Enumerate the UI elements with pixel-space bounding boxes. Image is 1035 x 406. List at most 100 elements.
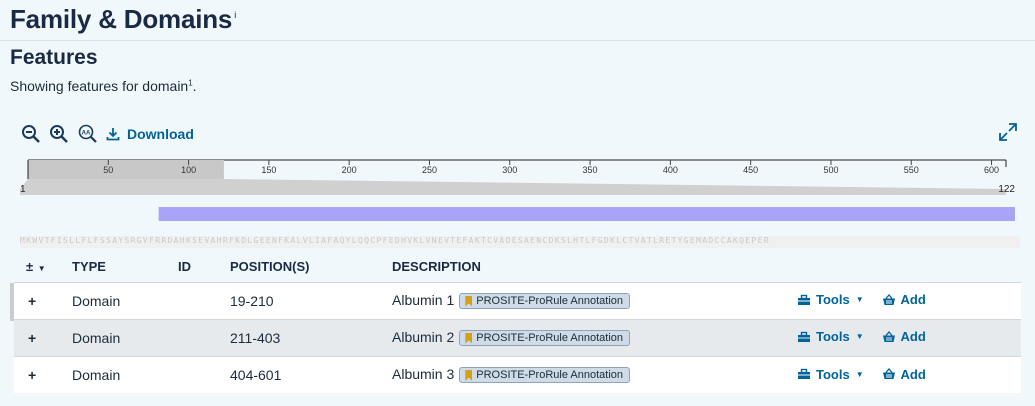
chevron-down-icon: ▼ — [855, 369, 864, 379]
fullscreen-button[interactable] — [998, 122, 1018, 142]
row-position: 19-210 — [230, 281, 392, 319]
sequence-letters-button[interactable]: AA — [78, 124, 98, 144]
features-description: Showing features for domain1. — [10, 78, 197, 94]
basket-icon — [882, 368, 895, 379]
chevron-down-icon: ▼ — [855, 295, 864, 305]
table-row[interactable]: + Domain 19-210 Albumin 1 PROSITE-ProRule… — [14, 281, 1021, 319]
features-table: ± ▼ TYPE ID POSITION(S) DESCRIPTION + Do… — [14, 252, 1021, 393]
section-title: Family & Domains i — [10, 4, 236, 35]
evidence-badge[interactable]: PROSITE-ProRule Annotation — [459, 367, 631, 384]
tools-label: Tools — [816, 292, 850, 308]
expand-toggle[interactable]: + — [14, 281, 72, 319]
chevron-down-icon: ▼ — [37, 264, 46, 274]
add-label: Add — [900, 366, 926, 382]
description-end: . — [192, 78, 197, 94]
zoom-end-label: 122 — [998, 184, 1015, 195]
bookmark-icon — [465, 369, 473, 381]
ruler-tick-label: 250 — [422, 165, 437, 175]
row-actions: Tools ▼ Add — [797, 355, 1021, 393]
ruler-tick-label: 500 — [823, 165, 838, 175]
row-id — [178, 281, 230, 319]
zoom-start-label: 1 — [20, 184, 26, 195]
zoom-trapezoid — [20, 179, 1006, 195]
description-text: Showing features for domain — [10, 78, 189, 94]
add-label: Add — [900, 292, 926, 308]
zoom-in-button[interactable] — [49, 124, 69, 144]
header-id[interactable]: ID — [178, 252, 230, 282]
row-description: Albumin 1 PROSITE-ProRule Annotation — [392, 281, 797, 319]
evidence-badge[interactable]: PROSITE-ProRule Annotation — [459, 330, 631, 347]
evidence-badge[interactable]: PROSITE-ProRule Annotation — [459, 293, 631, 310]
row-id — [178, 318, 230, 356]
add-button[interactable]: Add — [882, 367, 926, 382]
ruler-tick-label: 300 — [502, 165, 517, 175]
features-title: Features — [10, 46, 98, 69]
zoom-region — [20, 179, 1006, 195]
bookmark-icon — [465, 332, 473, 344]
expand-toggle[interactable]: + — [14, 318, 72, 356]
zoom-out-button[interactable] — [21, 124, 41, 144]
tools-button[interactable]: Tools ▼ — [797, 292, 864, 307]
chevron-down-icon: ▼ — [855, 332, 864, 342]
header-position[interactable]: POSITION(S) — [230, 252, 392, 282]
ruler-tick-label: 350 — [583, 165, 598, 175]
row-position: 211-403 — [230, 318, 392, 356]
tools-button[interactable]: Tools ▼ — [797, 367, 864, 382]
row-actions: Tools ▼ Add — [797, 318, 1021, 356]
title-divider — [0, 40, 1035, 41]
header-type[interactable]: TYPE — [72, 252, 178, 282]
sort-label: ± — [26, 259, 34, 275]
toolbox-icon — [798, 294, 810, 305]
row-type: Domain — [72, 355, 178, 393]
ruler-tick-label: 150 — [261, 165, 276, 175]
download-button[interactable]: Download — [106, 126, 194, 142]
tools-label: Tools — [816, 366, 850, 382]
row-description: Albumin 2 PROSITE-ProRule Annotation — [392, 318, 797, 356]
row-type: Domain — [72, 318, 178, 356]
download-icon — [106, 128, 120, 141]
navigation-ruler[interactable]: 50 100 150 200 250 300 350 400 450 500 550 600 — [27, 159, 1007, 179]
ruler-tick-label: 50 — [103, 165, 113, 175]
bookmark-icon — [465, 295, 473, 307]
ruler-tick-label: 200 — [342, 165, 357, 175]
toolbox-icon — [798, 368, 810, 379]
ruler-tick-label: 550 — [904, 165, 919, 175]
row-description: Albumin 3 PROSITE-ProRule Annotation — [392, 355, 797, 393]
ruler-tick-label: 100 — [181, 165, 196, 175]
add-button[interactable]: Add — [882, 329, 926, 344]
ruler-tick-label: 400 — [663, 165, 678, 175]
badge-label: PROSITE-ProRule Annotation — [476, 332, 624, 345]
ruler-tick-label: 600 — [984, 165, 999, 175]
section-title-text: Family & Domains — [10, 4, 233, 34]
row-actions: Tools ▼ Add — [797, 281, 1021, 319]
ruler-tick-label: 450 — [743, 165, 758, 175]
info-note[interactable]: i — [234, 10, 236, 20]
table-row[interactable]: + Domain 211-403 Albumin 2 PROSITE-ProRul… — [14, 318, 1021, 356]
domain-track-bar[interactable] — [158, 207, 1016, 221]
add-button[interactable]: Add — [882, 292, 926, 307]
zoom-in-icon — [50, 125, 68, 143]
badge-label: PROSITE-ProRule Annotation — [476, 369, 624, 382]
row-id — [178, 355, 230, 393]
description-text: Albumin 1 — [392, 291, 455, 308]
tools-button[interactable]: Tools ▼ — [797, 329, 864, 344]
table-header: ± ▼ TYPE ID POSITION(S) DESCRIPTION — [14, 252, 1021, 282]
fullscreen-icon — [999, 123, 1017, 141]
expand-toggle[interactable]: + — [14, 355, 72, 393]
sequence-letters: MKWVTFISLLFLFSSAYSRGVFRRDAHKSEVAHRFKDLGE… — [20, 236, 1020, 248]
row-position: 404-601 — [230, 355, 392, 393]
description-text: Albumin 2 — [392, 328, 455, 345]
download-label: Download — [127, 126, 194, 142]
tools-label: Tools — [816, 329, 850, 345]
svg-text:AA: AA — [82, 131, 91, 137]
basket-icon — [882, 330, 895, 342]
sort-toggle[interactable]: ± ▼ — [14, 252, 72, 282]
basket-icon — [882, 293, 895, 305]
header-actions — [797, 252, 1021, 282]
zoom-out-icon — [22, 125, 40, 143]
toolbox-icon — [798, 331, 810, 342]
badge-label: PROSITE-ProRule Annotation — [476, 295, 624, 308]
table-row[interactable]: + Domain 404-601 Albumin 3 PROSITE-ProRul… — [14, 355, 1021, 393]
header-description[interactable]: DESCRIPTION — [392, 252, 797, 282]
sequence-letters-icon: AA — [78, 124, 97, 143]
